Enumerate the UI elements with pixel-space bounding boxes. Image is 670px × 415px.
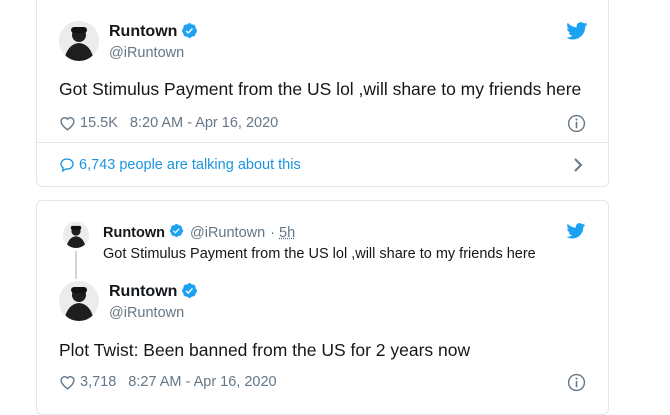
quoted-user-name[interactable]: Runtown: [103, 225, 165, 241]
conversation-link[interactable]: 6,743 people are talking about this: [59, 157, 584, 173]
tweet-timestamp[interactable]: 8:27 AM - Apr 16, 2020: [128, 374, 276, 390]
tweet-text: Got Stimulus Payment from the US lol ,wi…: [59, 79, 582, 99]
verified-badge-icon: [181, 282, 198, 304]
tweet-card-1: Runtown @iRuntown Got Stimulus Payment f…: [36, 0, 609, 187]
avatar[interactable]: [59, 21, 99, 61]
user-handle[interactable]: @iRuntown: [109, 45, 184, 61]
verified-badge-icon: [181, 22, 198, 44]
quoted-separator: ·: [270, 224, 276, 241]
user-name-text: Runtown: [109, 23, 178, 40]
quoted-user-handle[interactable]: @iRuntown: [190, 225, 265, 241]
info-icon[interactable]: [567, 373, 586, 392]
twitter-bird-icon[interactable]: [566, 22, 588, 40]
tweet-card-2: Runtown @iRuntown · 5h Got Stimulus Paym…: [36, 200, 609, 415]
like-count[interactable]: 3,718: [80, 374, 116, 390]
verified-badge-icon: [169, 223, 184, 242]
thread-line: [75, 251, 77, 279]
user-name-text: Runtown: [109, 283, 178, 300]
chevron-right-icon[interactable]: [572, 157, 584, 173]
quoted-avatar[interactable]: [63, 222, 89, 248]
info-icon[interactable]: [567, 114, 586, 133]
twitter-bird-icon[interactable]: [566, 223, 586, 239]
divider: [37, 142, 608, 143]
like-count[interactable]: 15.5K: [80, 115, 118, 131]
tweet-meta: 3,718 8:27 AM - Apr 16, 2020: [59, 374, 277, 390]
user-handle[interactable]: @iRuntown: [109, 305, 184, 321]
user-name[interactable]: Runtown: [109, 282, 198, 304]
tweet-text: Plot Twist: Been banned from the US for …: [59, 340, 471, 360]
talking-text: 6,743 people are talking about this: [79, 157, 301, 173]
speech-bubble-icon: [59, 157, 75, 173]
tweet-meta: 15.5K 8:20 AM - Apr 16, 2020: [59, 115, 278, 131]
user-name[interactable]: Runtown: [109, 22, 198, 44]
avatar[interactable]: [59, 281, 99, 321]
quoted-time[interactable]: 5h: [279, 225, 295, 241]
heart-icon[interactable]: [59, 374, 76, 390]
quoted-tweet-text: Got Stimulus Payment from the US lol ,wi…: [103, 246, 536, 262]
quoted-header: Runtown @iRuntown · 5h: [103, 223, 295, 242]
tweet-timestamp[interactable]: 8:20 AM - Apr 16, 2020: [130, 115, 278, 131]
heart-icon[interactable]: [59, 115, 76, 131]
